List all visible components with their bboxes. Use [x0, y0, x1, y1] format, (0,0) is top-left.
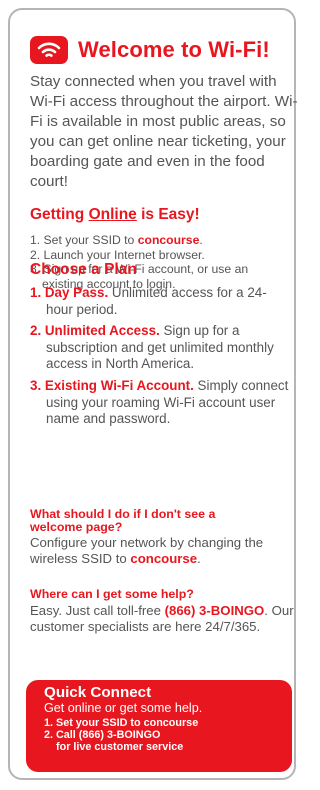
plan-item: 3. Existing Wi-Fi Account. Simply connec… — [30, 377, 289, 427]
header: Welcome to Wi-Fi! — [30, 34, 270, 66]
faq-answer-help: Easy. Just call toll-free (866) 3-BOINGO… — [30, 603, 294, 634]
faq-question-welcome-page: What should I do if I don't see a welcom… — [30, 507, 216, 534]
quick-connect-title: Quick Connect — [44, 684, 152, 701]
setup-step: 1. Set your SSID to concourse. — [30, 233, 203, 247]
page-title: Welcome to Wi-Fi! — [78, 37, 270, 62]
setup-step: 2. Launch your Internet browser. — [30, 247, 205, 262]
faq-answer-welcome-page: Configure your network by changing the w… — [30, 535, 264, 566]
quick-connect-steps: 1. Set your SSID to concourse 2. Call (8… — [44, 717, 292, 753]
quick-connect-box: Quick Connect Get online or get some hel… — [26, 680, 292, 772]
plan-item: 2. Unlimited Access. Sign up for a subsc… — [30, 323, 274, 372]
wifi-icon — [30, 36, 68, 64]
getting-online-heading: Getting Online is Easy! — [30, 206, 200, 223]
quick-connect-subtitle: Get online or get some help. — [44, 701, 203, 715]
plan-item: 1. Day Pass. Unlimited access for a 24-h… — [30, 285, 267, 317]
faq-question-help: Where can I get some help? — [30, 587, 194, 601]
intro-text: Stay connected when you travel with Wi-F… — [30, 73, 298, 190]
plan-list: 1. Day Pass. Unlimited access for a 24-h… — [30, 285, 292, 433]
quick-connect-step: 2. Call (866) 3-BOINGO for live customer … — [44, 728, 184, 753]
plans-heading: Choose a Plan — [30, 261, 137, 278]
